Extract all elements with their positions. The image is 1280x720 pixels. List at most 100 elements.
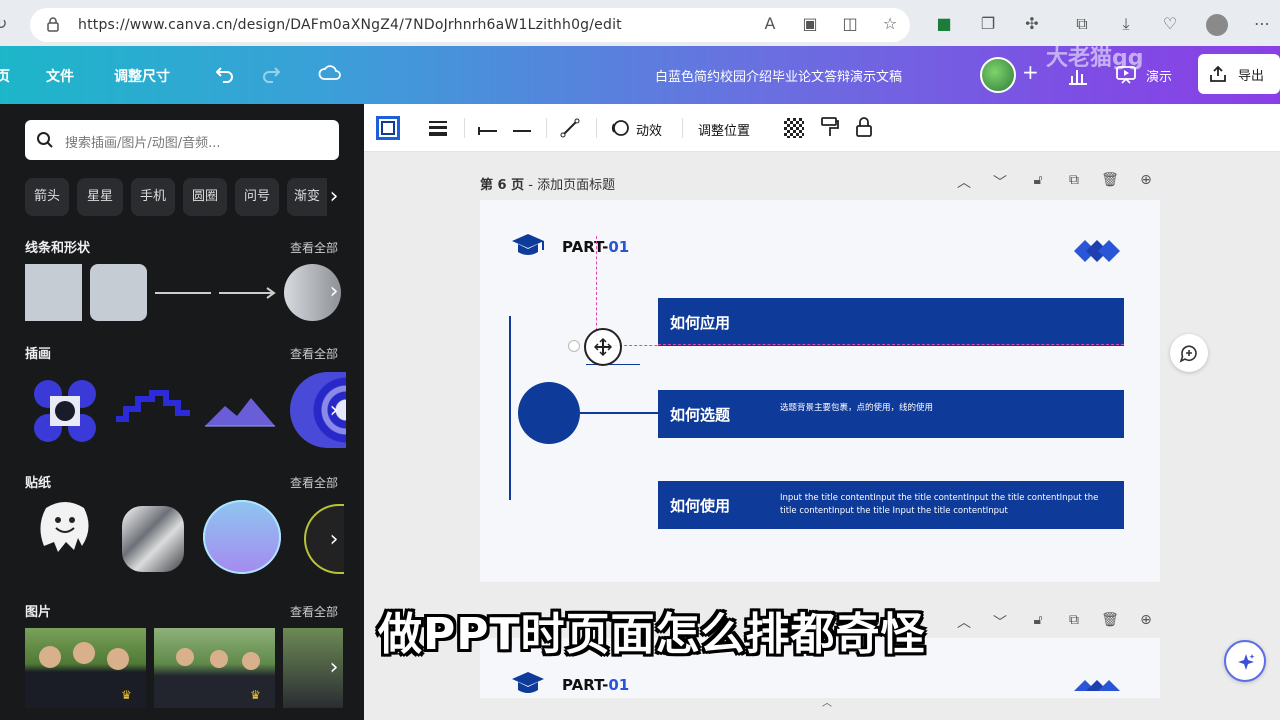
- lock-icon[interactable]: [46, 16, 60, 32]
- transparency-icon[interactable]: [784, 118, 804, 138]
- export-button[interactable]: 导出: [1198, 54, 1280, 94]
- insights-chart-icon[interactable]: [1066, 64, 1090, 86]
- bar-title-3: 如何使用: [670, 497, 731, 515]
- undo-icon[interactable]: [214, 62, 236, 84]
- photos-next-icon[interactable]: ›: [322, 648, 346, 688]
- read-aloud-icon[interactable]: A: [760, 14, 780, 34]
- line-style-icon[interactable]: [560, 118, 580, 138]
- cloud-save-icon[interactable]: [318, 62, 342, 84]
- shape-square[interactable]: [25, 264, 82, 321]
- performance-heart-icon[interactable]: ♡: [1160, 14, 1180, 34]
- collections-icon[interactable]: ⧉: [1072, 14, 1092, 34]
- shape-rounded-square[interactable]: [90, 264, 147, 321]
- see-all-lines-shapes[interactable]: 查看全部: [290, 239, 338, 256]
- download-icon[interactable]: ⤓: [1116, 14, 1136, 34]
- favorite-star-icon[interactable]: ☆: [880, 14, 900, 34]
- resize-menu[interactable]: 调整尺寸: [114, 66, 170, 86]
- illustrations-next-icon[interactable]: ›: [322, 391, 346, 431]
- see-all-illustrations[interactable]: 查看全部: [290, 345, 338, 362]
- page2-lock-icon[interactable]: 🔓︎: [1028, 612, 1048, 628]
- see-all-photos[interactable]: 查看全部: [290, 603, 338, 620]
- document-title[interactable]: 白蓝色简约校园介绍毕业论文答辩演示文稿: [655, 66, 902, 85]
- file-menu[interactable]: 文件: [46, 66, 74, 86]
- url-text[interactable]: https://www.canva.cn/design/DAFm0aXNgZ4/…: [78, 17, 622, 33]
- photo-graduates-1[interactable]: ♛: [25, 628, 146, 708]
- shape-arrow-line[interactable]: [219, 284, 277, 302]
- bar-how-to-apply[interactable]: 如何应用: [658, 298, 1124, 346]
- shapes-next-icon[interactable]: ›: [322, 272, 346, 312]
- chips-next-icon[interactable]: ›: [322, 177, 346, 217]
- page-delete-icon[interactable]: 🗑︎: [1100, 172, 1120, 188]
- page-lock-icon[interactable]: 🔓︎: [1028, 172, 1048, 188]
- magic-assistant-button[interactable]: [1224, 640, 1266, 682]
- bar-how-to-use[interactable]: 如何使用 Input the title contentInput the ti…: [658, 481, 1124, 529]
- search-placeholder: 搜索插画/图片/动图/音频...: [65, 136, 221, 151]
- page2-up-icon[interactable]: ︿: [954, 612, 974, 632]
- home-link[interactable]: 页: [0, 66, 10, 86]
- border-weight-icon[interactable]: [428, 120, 448, 136]
- page2-down-icon[interactable]: ﹀: [990, 612, 1010, 632]
- animate-icon[interactable]: [610, 118, 630, 138]
- profile-avatar[interactable]: [1206, 14, 1228, 36]
- page-duplicate-icon[interactable]: ⧉: [1064, 172, 1084, 188]
- bar-title-2: 如何选题: [670, 406, 731, 424]
- add-collaborator-icon[interactable]: +: [1022, 60, 1039, 84]
- diamond-decoration-2: [1072, 678, 1122, 698]
- connector-line[interactable]: [580, 412, 660, 414]
- sticker-chrome-heart[interactable]: [122, 506, 184, 572]
- user-avatar[interactable]: [980, 57, 1016, 93]
- page2-add-icon[interactable]: ⊕: [1136, 612, 1156, 628]
- chip-gradient[interactable]: 渐变: [287, 178, 327, 216]
- illustration-flower[interactable]: [30, 376, 100, 446]
- editor-toolbar: 动效 调整位置: [364, 104, 1280, 152]
- scroll-up-icon[interactable]: ︿: [822, 694, 832, 709]
- position-button[interactable]: 调整位置: [698, 120, 750, 139]
- photo-graduates-2[interactable]: ♛: [154, 628, 275, 708]
- shape-line[interactable]: [155, 292, 211, 294]
- present-icon[interactable]: [1114, 64, 1138, 86]
- section-title-illustrations: 插画: [25, 347, 52, 362]
- animate-button[interactable]: 动效: [636, 120, 662, 139]
- sticker-smiley-blob[interactable]: [38, 498, 92, 554]
- line-start-icon[interactable]: [478, 122, 498, 135]
- page-down-icon[interactable]: ﹀: [990, 172, 1010, 192]
- illustration-mountains[interactable]: [203, 392, 277, 428]
- present-button[interactable]: 演示: [1146, 66, 1172, 85]
- split-screen-icon[interactable]: ◫: [840, 14, 860, 34]
- page2-delete-icon[interactable]: 🗑︎: [1100, 612, 1120, 628]
- illustration-pixel-wave[interactable]: [112, 389, 194, 429]
- extensions-puzzle-icon[interactable]: ✣: [1022, 14, 1042, 34]
- part-label: PART-: [562, 238, 609, 256]
- page2-duplicate-icon[interactable]: ⧉: [1064, 612, 1084, 628]
- immersive-reader-icon[interactable]: ▣: [800, 14, 820, 34]
- page-add-icon[interactable]: ⊕: [1136, 172, 1156, 188]
- add-page-title[interactable]: - 添加页面标题: [524, 178, 615, 193]
- chip-star[interactable]: 星星: [77, 178, 123, 216]
- see-all-stickers[interactable]: 查看全部: [290, 474, 338, 491]
- search-input[interactable]: 搜索插画/图片/动图/音频...: [25, 120, 339, 160]
- chip-circle[interactable]: 圆圈: [183, 178, 227, 216]
- refresh-icon[interactable]: ↻: [0, 14, 7, 33]
- vertical-line[interactable]: [509, 316, 511, 500]
- chip-question[interactable]: 问号: [235, 178, 279, 216]
- stickers-next-icon[interactable]: ›: [322, 520, 346, 560]
- sticker-gradient-circle[interactable]: [203, 500, 281, 574]
- blue-circle[interactable]: [518, 382, 580, 444]
- part-number-2: 01: [608, 676, 630, 694]
- extension-copy-icon[interactable]: ❐: [978, 14, 998, 34]
- lock-element-icon[interactable]: [854, 116, 874, 138]
- line-endpoint-handle[interactable]: [568, 340, 580, 352]
- extension-green-icon[interactable]: ■: [934, 14, 954, 34]
- redo-icon[interactable]: [260, 62, 282, 84]
- bar-how-to-choose-topic[interactable]: 如何选题 选题背景主要包裹，点的使用，线的使用: [658, 390, 1124, 438]
- line-end-icon[interactable]: [512, 122, 532, 134]
- more-menu-icon[interactable]: ⋯: [1252, 14, 1272, 34]
- add-comment-button[interactable]: [1170, 334, 1208, 372]
- page-label[interactable]: 第 6 页 - 添加页面标题: [480, 174, 615, 193]
- page-up-icon[interactable]: ︿: [954, 172, 974, 192]
- color-picker-button[interactable]: [376, 116, 400, 140]
- chip-phone[interactable]: 手机: [131, 178, 175, 216]
- copy-style-icon[interactable]: [820, 116, 840, 138]
- slide-page-6[interactable]: PART-01 如何应用 如何选题 选题背景主要包裹，点的使用，线的使用 如何使…: [480, 200, 1160, 582]
- chip-arrow[interactable]: 箭头: [25, 178, 69, 216]
